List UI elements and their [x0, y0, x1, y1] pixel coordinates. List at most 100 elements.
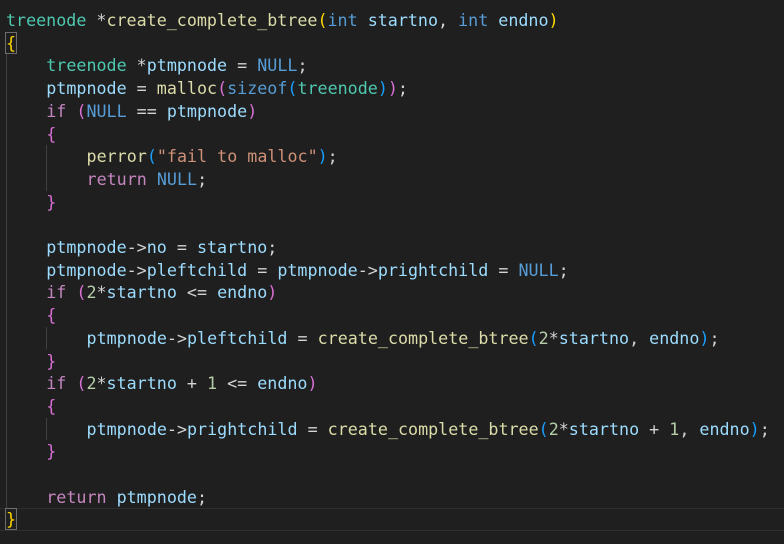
- code-line[interactable]: }: [46, 350, 56, 373]
- code-token: <=: [217, 373, 258, 394]
- code-token: int: [327, 10, 358, 30]
- code-token: {: [46, 305, 57, 326]
- code-token: pleftchild: [187, 327, 288, 348]
- code-token: perror: [86, 146, 147, 167]
- code-line[interactable]: {: [46, 395, 56, 418]
- code-token: }: [46, 441, 57, 462]
- code-line[interactable]: {: [4, 31, 18, 55]
- code-token: ): [387, 78, 398, 99]
- code-token: *: [126, 55, 147, 76]
- code-token: ): [267, 282, 278, 303]
- code-token: ;: [397, 78, 408, 99]
- code-token: sizeof: [227, 78, 288, 99]
- code-token: *: [96, 373, 107, 394]
- code-line[interactable]: treenode *ptmpnode = NULL;: [46, 54, 307, 77]
- code-editor[interactable]: treenode *create_complete_btree(int star…: [0, 0, 784, 544]
- code-token: no: [146, 237, 167, 257]
- code-token: {: [4, 31, 18, 54]
- code-line[interactable]: }: [46, 191, 56, 214]
- code-token: return: [86, 168, 147, 189]
- code-token: {: [46, 123, 57, 144]
- code-token: startno: [196, 237, 268, 257]
- code-token: malloc: [156, 78, 218, 99]
- code-token: =: [488, 259, 519, 280]
- code-token: (: [76, 282, 87, 303]
- code-token: *: [548, 327, 559, 348]
- code-token: prightchild: [187, 418, 298, 439]
- code-token: ): [307, 373, 318, 394]
- code-line[interactable]: {: [46, 123, 56, 146]
- code-token: (: [538, 418, 549, 439]
- code-token: +: [639, 418, 670, 439]
- code-token: ): [247, 100, 258, 121]
- code-token: if: [46, 100, 67, 121]
- code-line[interactable]: ptmpnode->no = startno;: [46, 236, 277, 259]
- code-token: ;: [759, 418, 770, 439]
- code-line[interactable]: ptmpnode->prightchild = create_complete_…: [87, 418, 770, 441]
- code-token: return: [46, 486, 107, 507]
- code-token: int: [458, 10, 489, 30]
- code-token: 1: [207, 373, 218, 394]
- code-line[interactable]: if (NULL == ptmpnode): [46, 100, 257, 123]
- code-token: =: [287, 327, 318, 348]
- code-token: endno: [699, 418, 750, 439]
- code-line[interactable]: ptmpnode = malloc(sizeof(treenode));: [46, 77, 408, 100]
- code-token: =: [297, 418, 328, 439]
- code-token: ptmpnode: [86, 327, 167, 348]
- code-token: }: [46, 350, 57, 371]
- code-token: (: [76, 373, 87, 394]
- code-line[interactable]: ptmpnode->pleftchild = ptmpnode->prightc…: [46, 259, 568, 282]
- code-line[interactable]: {: [46, 304, 56, 327]
- code-token: endno: [257, 373, 308, 394]
- code-token: ->: [126, 237, 147, 257]
- code-token: NULL: [518, 259, 559, 280]
- code-token: ;: [197, 168, 208, 189]
- code-token: ->: [126, 259, 147, 280]
- code-line[interactable]: if (2*startno + 1 <= endno): [46, 372, 317, 395]
- indent-guide: [46, 326, 48, 350]
- code-token: (: [287, 78, 298, 99]
- code-token: *: [96, 282, 107, 303]
- code-token: =: [227, 55, 258, 76]
- code-token: =: [126, 78, 157, 99]
- code-token: if: [46, 373, 67, 394]
- code-token: endno: [649, 327, 700, 348]
- code-token: ;: [327, 146, 338, 167]
- code-line[interactable]: if (2*startno <= endno): [46, 281, 277, 304]
- code-line[interactable]: return NULL;: [87, 168, 208, 191]
- code-token: ptmpnode: [46, 259, 127, 280]
- code-line[interactable]: return ptmpnode;: [46, 486, 207, 509]
- code-line[interactable]: treenode *create_complete_btree(int star…: [6, 9, 559, 32]
- code-token: ): [317, 146, 328, 167]
- code-token: 2: [538, 327, 549, 348]
- code-token: create_complete_btree: [327, 418, 539, 439]
- code-line[interactable]: }: [46, 440, 56, 463]
- code-token: =: [166, 237, 197, 257]
- code-token: NULL: [257, 55, 298, 76]
- code-token: startno: [106, 282, 177, 303]
- code-token: 2: [86, 373, 97, 394]
- code-token: ptmpnode: [116, 486, 197, 507]
- code-line[interactable]: perror("fail to malloc");: [87, 145, 338, 168]
- code-token: *: [86, 10, 107, 30]
- code-token: (: [528, 327, 539, 348]
- code-token: (: [317, 10, 328, 30]
- code-token: prightchild: [377, 259, 489, 280]
- code-token: (: [217, 78, 228, 99]
- code-token: treenode: [297, 78, 378, 99]
- indent-guide: [46, 417, 48, 441]
- code-token: 2: [548, 418, 559, 439]
- code-token: startno: [106, 373, 177, 394]
- code-token: ptmpnode: [166, 100, 248, 121]
- code-line[interactable]: ptmpnode->pleftchild = create_complete_b…: [87, 327, 720, 350]
- code-line[interactable]: }: [4, 508, 18, 531]
- code-token: ;: [267, 237, 278, 257]
- code-token: ->: [166, 418, 188, 439]
- code-token: "fail to malloc": [156, 146, 318, 167]
- code-token: +: [176, 373, 208, 394]
